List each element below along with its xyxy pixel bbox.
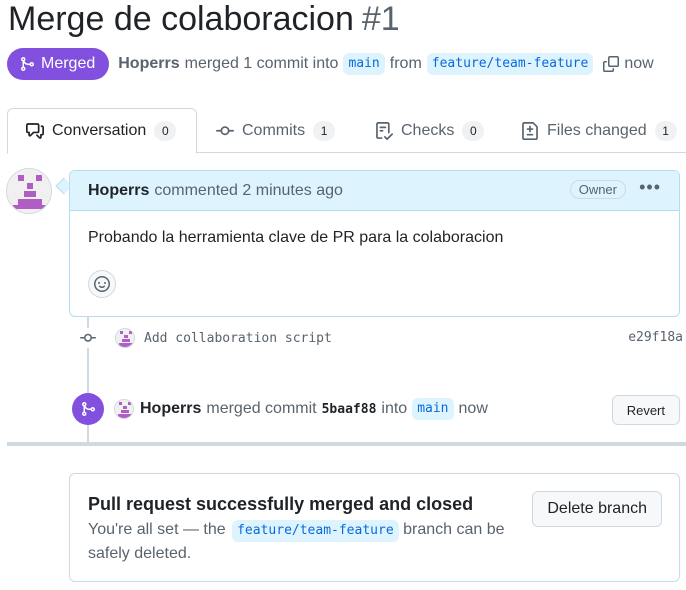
tab-label: Conversation: [52, 122, 147, 139]
add-reaction-button[interactable]: [88, 270, 116, 298]
pr-title: Merge de colaboracion #1: [8, 0, 400, 39]
state-label: Merged: [41, 55, 96, 72]
merge-text: merged commit: [206, 400, 317, 417]
avatar[interactable]: [114, 399, 134, 419]
commit-message-link[interactable]: Add collaboration script: [144, 331, 332, 346]
merged-event: Hoperrs merged commit 5baaf88 into main …: [72, 393, 680, 425]
commit-icon: [78, 328, 98, 348]
pr-time: now: [624, 55, 654, 72]
tab-commits[interactable]: Commits 1: [198, 108, 336, 153]
base-branch-link[interactable]: main: [343, 53, 385, 75]
merge-status-box: Pull request successfully merged and clo…: [69, 473, 680, 582]
kebab-menu-icon[interactable]: •••: [639, 177, 661, 198]
git-merge-icon: [72, 393, 104, 425]
tab-checks[interactable]: Checks 0: [357, 108, 485, 153]
deletable-branch-link[interactable]: feature/team-feature: [232, 520, 399, 542]
merge-author-link[interactable]: Hoperrs: [140, 400, 201, 418]
pr-tabs: Conversation 0 Commits 1 Checks 0 Files …: [7, 108, 686, 154]
into-text: into: [381, 400, 408, 417]
comment-meta[interactable]: commented 2 minutes ago: [154, 182, 343, 200]
tab-counter: 0: [462, 120, 485, 141]
merge-time: now: [458, 400, 488, 417]
commit-row: Add collaboration script e29f18a: [78, 326, 683, 350]
delete-branch-button[interactable]: Delete branch: [532, 491, 662, 527]
revert-button[interactable]: Revert: [611, 395, 680, 425]
merge-status-title: Pull request successfully merged and clo…: [88, 494, 474, 514]
checklist-icon: [376, 121, 393, 140]
avatar[interactable]: [115, 328, 135, 348]
timeline-divider: [7, 442, 686, 446]
identicon-icon: [7, 169, 51, 213]
commit-icon: [216, 125, 234, 135]
smiley-icon: [94, 276, 110, 292]
copy-icon[interactable]: [603, 56, 620, 72]
file-diff-icon: [522, 121, 538, 140]
merged-text: merged 1 commit into: [184, 55, 339, 72]
tab-label: Commits: [242, 121, 306, 139]
pr-author-link[interactable]: Hoperrs: [118, 55, 179, 73]
git-merge-icon: [21, 57, 35, 71]
owner-badge: Owner: [569, 180, 626, 199]
merge-branch-link[interactable]: main: [412, 398, 454, 420]
comment-body: Probando la herramienta clave de PR para…: [88, 229, 504, 246]
tab-label: Files changed: [547, 121, 647, 139]
comment-box: Hoperrs commented 2 minutes ago Owner ••…: [69, 170, 680, 317]
tab-conversation[interactable]: Conversation 0: [7, 108, 197, 154]
tab-counter: 1: [313, 120, 336, 141]
pr-title-text: Merge de colaboracion: [8, 0, 354, 38]
pr-meta: Merged Hoperrs merged 1 commit into main…: [7, 48, 654, 80]
tab-label: Checks: [401, 121, 455, 139]
comment-author-link[interactable]: Hoperrs: [88, 182, 149, 200]
tab-counter: 0: [154, 121, 177, 141]
commit-sha-link[interactable]: e29f18a: [628, 330, 683, 345]
from-text: from: [389, 55, 422, 72]
tab-files-changed[interactable]: Files changed 1: [503, 108, 677, 153]
comment-discussion-icon: [26, 123, 44, 139]
head-branch-link[interactable]: feature/team-feature: [426, 53, 594, 75]
tab-counter: 1: [654, 120, 677, 141]
merge-commit-sha-link[interactable]: 5baaf88: [322, 402, 377, 417]
pr-number: #1: [361, 0, 400, 38]
merge-status-text-before: You're all set — the: [88, 521, 226, 538]
merged-state-badge: Merged: [7, 48, 110, 80]
avatar[interactable]: [6, 168, 52, 214]
merge-status-text: You're all set — the feature/team-featur…: [88, 518, 518, 566]
